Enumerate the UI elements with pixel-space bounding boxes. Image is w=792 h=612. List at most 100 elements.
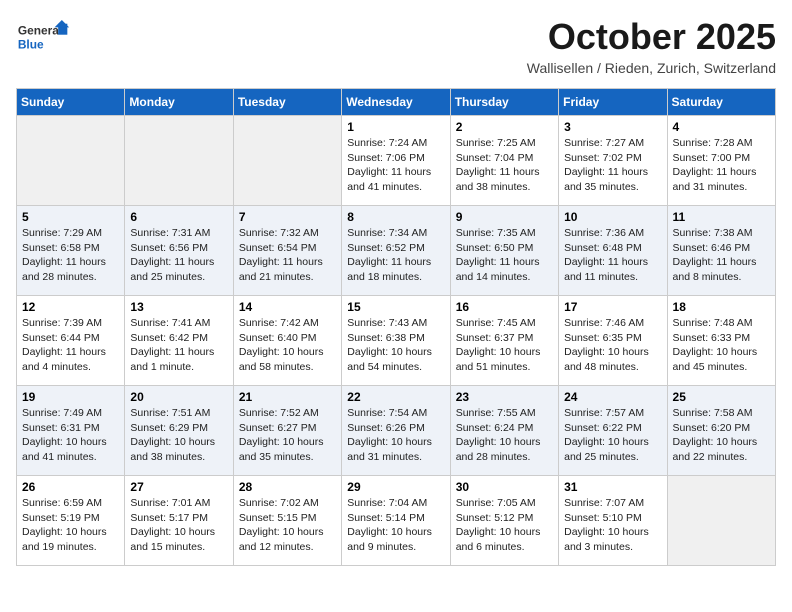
calendar-cell: 20 Sunrise: 7:51 AMSunset: 6:29 PMDayligh… xyxy=(125,386,233,476)
day-number: 27 xyxy=(130,480,227,494)
day-info: Sunrise: 7:01 AMSunset: 5:17 PMDaylight:… xyxy=(130,496,227,555)
day-number: 25 xyxy=(673,390,770,404)
day-number: 4 xyxy=(673,120,770,134)
calendar-cell: 17Sunrise: 7:46 AMSunset: 6:35 PMDayligh… xyxy=(559,296,667,386)
day-info: Sunrise: 7:07 AMSunset: 5:10 PMDaylight:… xyxy=(564,496,661,555)
calendar-cell: 12 Sunrise: 7:39 AMSunset: 6:44 PMDayligh… xyxy=(17,296,125,386)
day-number: 18 xyxy=(673,300,770,314)
day-of-week-header: Saturday xyxy=(667,89,775,116)
calendar-cell: 11 Sunrise: 7:38 AMSunset: 6:46 PMDayligh… xyxy=(667,206,775,296)
day-number: 31 xyxy=(564,480,661,494)
calendar-cell: 13 Sunrise: 7:41 AMSunset: 6:42 PMDayligh… xyxy=(125,296,233,386)
day-number: 1 xyxy=(347,120,444,134)
day-info: Sunrise: 7:34 AMSunset: 6:52 PMDaylight:… xyxy=(347,226,444,285)
day-number: 13 xyxy=(130,300,227,314)
calendar-cell: 23 Sunrise: 7:55 AMSunset: 6:24 PMDayligh… xyxy=(450,386,558,476)
day-info: Sunrise: 7:31 AMSunset: 6:56 PMDaylight:… xyxy=(130,226,227,285)
day-info: Sunrise: 7:49 AMSunset: 6:31 PMDaylight:… xyxy=(22,406,119,465)
calendar-cell: 18 Sunrise: 7:48 AMSunset: 6:33 PMDayligh… xyxy=(667,296,775,386)
title-block: October 2025 Wallisellen / Rieden, Zuric… xyxy=(527,16,776,76)
calendar-header-row: SundayMondayTuesdayWednesdayThursdayFrid… xyxy=(17,89,776,116)
day-info: Sunrise: 7:45 AMSunset: 6:37 PMDaylight:… xyxy=(456,316,553,375)
calendar-cell xyxy=(125,116,233,206)
svg-text:Blue: Blue xyxy=(18,37,44,51)
day-number: 14 xyxy=(239,300,336,314)
day-number: 9 xyxy=(456,210,553,224)
calendar-cell: 28 Sunrise: 7:02 AMSunset: 5:15 PMDayligh… xyxy=(233,476,341,566)
day-info: Sunrise: 7:39 AMSunset: 6:44 PMDaylight:… xyxy=(22,316,119,375)
calendar-cell: 3 Sunrise: 7:27 AMSunset: 7:02 PMDaylight… xyxy=(559,116,667,206)
logo-icon: General Blue xyxy=(16,16,71,58)
page-header: General Blue October 2025 Wallisellen / … xyxy=(16,16,776,76)
day-info: Sunrise: 7:51 AMSunset: 6:29 PMDaylight:… xyxy=(130,406,227,465)
calendar-cell: 1Sunrise: 7:24 AMSunset: 7:06 PMDaylight… xyxy=(342,116,450,206)
day-info: Sunrise: 7:48 AMSunset: 6:33 PMDaylight:… xyxy=(673,316,770,375)
day-info: Sunrise: 7:32 AMSunset: 6:54 PMDaylight:… xyxy=(239,226,336,285)
calendar-week-row: 26Sunrise: 6:59 AMSunset: 5:19 PMDayligh… xyxy=(17,476,776,566)
calendar-cell: 6Sunrise: 7:31 AMSunset: 6:56 PMDaylight… xyxy=(125,206,233,296)
day-number: 19 xyxy=(22,390,119,404)
calendar-cell: 29Sunrise: 7:04 AMSunset: 5:14 PMDayligh… xyxy=(342,476,450,566)
day-number: 20 xyxy=(130,390,227,404)
day-number: 24 xyxy=(564,390,661,404)
day-number: 15 xyxy=(347,300,444,314)
calendar-cell: 2Sunrise: 7:25 AMSunset: 7:04 PMDaylight… xyxy=(450,116,558,206)
logo: General Blue xyxy=(16,16,71,58)
day-number: 5 xyxy=(22,210,119,224)
day-number: 26 xyxy=(22,480,119,494)
day-info: Sunrise: 7:57 AMSunset: 6:22 PMDaylight:… xyxy=(564,406,661,465)
calendar-cell xyxy=(233,116,341,206)
calendar-cell: 21 Sunrise: 7:52 AMSunset: 6:27 PMDayligh… xyxy=(233,386,341,476)
day-number: 12 xyxy=(22,300,119,314)
day-number: 8 xyxy=(347,210,444,224)
day-info: Sunrise: 7:42 AMSunset: 6:40 PMDaylight:… xyxy=(239,316,336,375)
svg-text:General: General xyxy=(18,24,62,38)
day-info: Sunrise: 7:36 AMSunset: 6:48 PMDaylight:… xyxy=(564,226,661,285)
day-of-week-header: Friday xyxy=(559,89,667,116)
calendar-cell: 7 Sunrise: 7:32 AMSunset: 6:54 PMDaylight… xyxy=(233,206,341,296)
day-of-week-header: Sunday xyxy=(17,89,125,116)
day-info: Sunrise: 7:27 AMSunset: 7:02 PMDaylight:… xyxy=(564,136,661,195)
day-info: Sunrise: 7:35 AMSunset: 6:50 PMDaylight:… xyxy=(456,226,553,285)
calendar-cell xyxy=(17,116,125,206)
day-number: 7 xyxy=(239,210,336,224)
calendar-cell: 8 Sunrise: 7:34 AMSunset: 6:52 PMDaylight… xyxy=(342,206,450,296)
calendar-cell: 26Sunrise: 6:59 AMSunset: 5:19 PMDayligh… xyxy=(17,476,125,566)
day-info: Sunrise: 7:52 AMSunset: 6:27 PMDaylight:… xyxy=(239,406,336,465)
day-of-week-header: Tuesday xyxy=(233,89,341,116)
calendar-week-row: 19 Sunrise: 7:49 AMSunset: 6:31 PMDayligh… xyxy=(17,386,776,476)
day-number: 30 xyxy=(456,480,553,494)
day-number: 29 xyxy=(347,480,444,494)
calendar-cell: 25Sunrise: 7:58 AMSunset: 6:20 PMDayligh… xyxy=(667,386,775,476)
day-info: Sunrise: 7:02 AMSunset: 5:15 PMDaylight:… xyxy=(239,496,336,555)
calendar-cell: 27 Sunrise: 7:01 AMSunset: 5:17 PMDayligh… xyxy=(125,476,233,566)
day-of-week-header: Wednesday xyxy=(342,89,450,116)
day-info: Sunrise: 7:05 AMSunset: 5:12 PMDaylight:… xyxy=(456,496,553,555)
day-number: 22 xyxy=(347,390,444,404)
day-number: 11 xyxy=(673,210,770,224)
day-info: Sunrise: 7:28 AMSunset: 7:00 PMDaylight:… xyxy=(673,136,770,195)
calendar-cell: 22 Sunrise: 7:54 AMSunset: 6:26 PMDayligh… xyxy=(342,386,450,476)
calendar-cell: 24 Sunrise: 7:57 AMSunset: 6:22 PMDayligh… xyxy=(559,386,667,476)
day-info: Sunrise: 7:54 AMSunset: 6:26 PMDaylight:… xyxy=(347,406,444,465)
day-number: 23 xyxy=(456,390,553,404)
day-number: 10 xyxy=(564,210,661,224)
day-of-week-header: Thursday xyxy=(450,89,558,116)
calendar-week-row: 1Sunrise: 7:24 AMSunset: 7:06 PMDaylight… xyxy=(17,116,776,206)
calendar-week-row: 5 Sunrise: 7:29 AMSunset: 6:58 PMDaylight… xyxy=(17,206,776,296)
day-of-week-header: Monday xyxy=(125,89,233,116)
location-title: Wallisellen / Rieden, Zurich, Switzerlan… xyxy=(527,60,776,76)
day-info: Sunrise: 7:25 AMSunset: 7:04 PMDaylight:… xyxy=(456,136,553,195)
day-info: Sunrise: 7:38 AMSunset: 6:46 PMDaylight:… xyxy=(673,226,770,285)
calendar-table: SundayMondayTuesdayWednesdayThursdayFrid… xyxy=(16,88,776,566)
calendar-cell: 19 Sunrise: 7:49 AMSunset: 6:31 PMDayligh… xyxy=(17,386,125,476)
day-info: Sunrise: 7:55 AMSunset: 6:24 PMDaylight:… xyxy=(456,406,553,465)
calendar-cell: 9 Sunrise: 7:35 AMSunset: 6:50 PMDaylight… xyxy=(450,206,558,296)
day-number: 3 xyxy=(564,120,661,134)
day-info: Sunrise: 7:29 AMSunset: 6:58 PMDaylight:… xyxy=(22,226,119,285)
day-info: Sunrise: 7:41 AMSunset: 6:42 PMDaylight:… xyxy=(130,316,227,375)
day-number: 21 xyxy=(239,390,336,404)
calendar-cell xyxy=(667,476,775,566)
day-number: 28 xyxy=(239,480,336,494)
day-info: Sunrise: 7:46 AMSunset: 6:35 PMDaylight:… xyxy=(564,316,661,375)
